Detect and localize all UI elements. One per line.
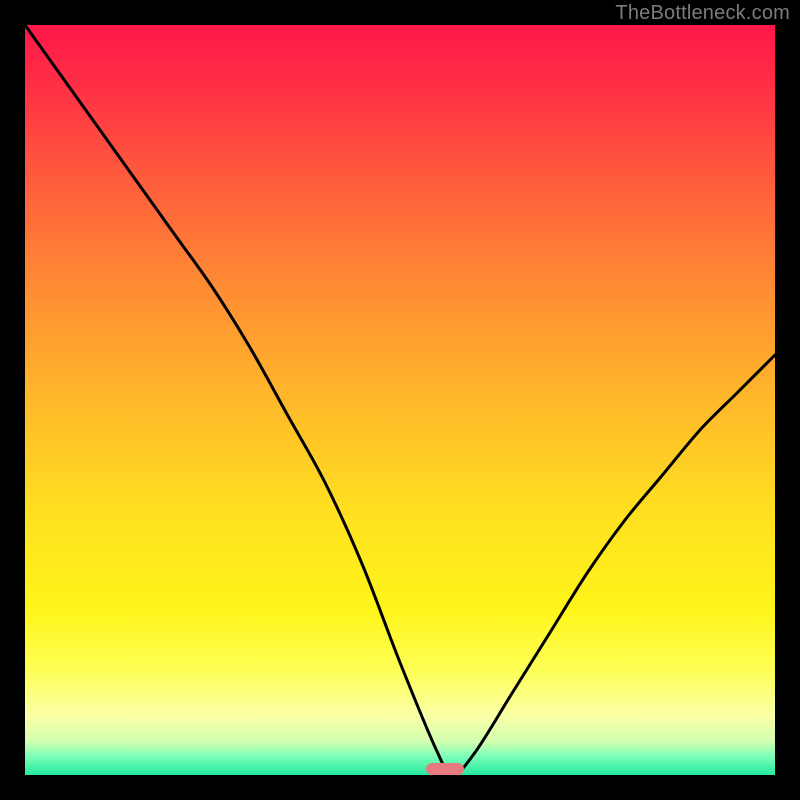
curve-path <box>25 25 775 775</box>
optimal-marker <box>426 763 464 775</box>
plot-area <box>25 25 775 775</box>
bottleneck-curve <box>25 25 775 775</box>
chart-frame: TheBottleneck.com <box>0 0 800 800</box>
watermark-text: TheBottleneck.com <box>615 2 790 25</box>
